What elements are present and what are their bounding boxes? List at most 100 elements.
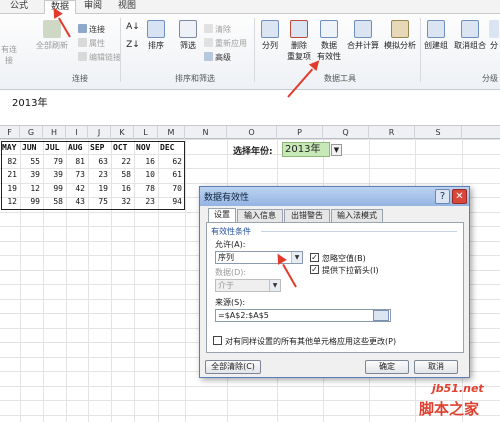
data-select[interactable]: 介于 ▼	[215, 279, 281, 292]
ungroup-icon	[461, 20, 479, 38]
connections-group-label: 连接	[72, 74, 88, 83]
tab-ime-mode[interactable]: 输入法模式	[331, 209, 383, 222]
tab-formulas[interactable]: 公式	[4, 0, 34, 14]
tab-settings[interactable]: 设置	[208, 208, 236, 222]
ignore-blank-checkbox[interactable]: ✓	[310, 253, 319, 262]
data-validation-dialog: 数据有效性 ? ✕ 设置 输入信息 出错警告 输入法模式 有效性条件 允许(A)…	[199, 186, 470, 378]
column-header-i[interactable]: I	[66, 126, 88, 139]
clear-icon	[204, 24, 213, 33]
column-header-f[interactable]: F	[0, 126, 20, 139]
column-header-n[interactable]: N	[185, 126, 227, 139]
apply-all-label: 对有同样设置的所有其他单元格应用这些更改(P)	[225, 337, 397, 346]
column-header-p[interactable]: P	[277, 126, 323, 139]
advanced-icon	[204, 52, 213, 61]
chevron-down-icon: ▼	[291, 252, 302, 263]
tab-review[interactable]: 审阅	[82, 0, 104, 14]
watermark-site: 脚本之家	[419, 400, 480, 418]
consolidate-button[interactable]: 合并计算	[346, 20, 380, 51]
apply-all-checkbox[interactable]	[213, 336, 222, 345]
remove-duplicates-button[interactable]: 删除 重复项	[286, 20, 312, 62]
remove-duplicates-icon	[290, 20, 308, 38]
ungroup-button[interactable]: 取消组合	[452, 20, 488, 51]
column-header-q[interactable]: Q	[323, 126, 369, 139]
advanced-filter-button[interactable]: 高级	[204, 52, 231, 63]
subtotal-button[interactable]: 分	[488, 20, 500, 51]
sort-az-button[interactable]: A↓ Z↓	[124, 22, 142, 50]
outline-group-label: 分级	[482, 74, 498, 83]
group-button[interactable]: 创建组	[422, 20, 450, 51]
dialog-title-bar[interactable]: 数据有效性 ? ✕	[200, 187, 469, 206]
chevron-down-icon: ▼	[269, 280, 280, 291]
column-header-k[interactable]: K	[111, 126, 134, 139]
column-header-r[interactable]: R	[369, 126, 415, 139]
ignore-blank-label: 忽略空值(B)	[322, 254, 366, 263]
column-headers: FGHIJKLMNOPQRS	[0, 126, 500, 139]
connections-icon	[78, 24, 87, 33]
sort-icon	[147, 20, 165, 38]
formula-bar-value: 2013年	[12, 98, 48, 109]
source-input[interactable]: =$A$2:$A$5	[215, 309, 391, 322]
criteria-title: 有效性条件	[211, 227, 251, 236]
ribbon-separator	[254, 18, 255, 82]
data-validation-icon	[320, 20, 338, 38]
settings-panel: 有效性条件 允许(A): 序列 ▼ ✓ 忽略空值(B) ✓ 提供下拉箭头(I) …	[206, 222, 464, 353]
watermark-url: jb51.net	[432, 382, 484, 395]
formula-bar[interactable]: 2013年	[0, 90, 500, 126]
what-if-analysis-button[interactable]: 模拟分析	[382, 20, 418, 51]
text-to-columns-icon	[261, 20, 279, 38]
edit-links-icon	[78, 52, 87, 61]
table-border	[1, 141, 185, 210]
column-header-g[interactable]: G	[20, 126, 43, 139]
grid-hline	[0, 139, 500, 140]
filter-button[interactable]: 筛选	[176, 20, 200, 51]
data-tools-group-label: 数据工具	[324, 74, 356, 83]
ribbon: 有连接 全部刷新 连接 属性 编辑链接 连接 A↓ Z↓ 排序 筛选 清除 重新…	[0, 14, 500, 90]
select-year-label: 选择年份:	[233, 147, 273, 157]
edit-links-button[interactable]: 编辑链接	[78, 52, 121, 63]
column-header-h[interactable]: H	[43, 126, 66, 139]
properties-icon	[78, 38, 87, 47]
grid-vline	[185, 139, 186, 422]
cancel-button[interactable]: 取消	[414, 360, 458, 374]
in-cell-dropdown-label: 提供下拉箭头(I)	[322, 266, 379, 275]
criteria-divider	[261, 231, 457, 232]
dialog-title: 数据有效性	[204, 193, 250, 203]
tab-view[interactable]: 视图	[112, 0, 142, 14]
column-header-j[interactable]: J	[88, 126, 111, 139]
sort-descending-icon: Z↓	[126, 40, 140, 50]
ribbon-separator	[420, 18, 421, 82]
column-header-s[interactable]: S	[415, 126, 462, 139]
filter-funnel-icon	[179, 20, 197, 38]
column-header-o[interactable]: O	[227, 126, 277, 139]
select-year-cell[interactable]: 2013年	[282, 142, 330, 157]
tab-input-message[interactable]: 输入信息	[237, 209, 283, 222]
tab-error-alert[interactable]: 出错警告	[284, 209, 330, 222]
existing-connections-button[interactable]: 有连接	[0, 44, 18, 66]
sort-filter-group-label: 排序和筛选	[175, 74, 215, 83]
group-icon	[427, 20, 445, 38]
data-validation-button[interactable]: 数据 有效性	[314, 20, 344, 62]
clear-all-button[interactable]: 全部清除(C)	[205, 360, 261, 374]
clear-filter-button[interactable]: 清除	[204, 24, 231, 35]
column-header-l[interactable]: L	[134, 126, 158, 139]
column-header-m[interactable]: M	[158, 126, 185, 139]
ribbon-tab-bar: 公式 数据 审阅 视图	[0, 0, 500, 15]
reapply-icon	[204, 38, 213, 47]
text-to-columns-button[interactable]: 分列	[258, 20, 282, 51]
consolidate-icon	[354, 20, 372, 38]
sort-button[interactable]: 排序	[144, 20, 168, 51]
in-cell-dropdown-checkbox[interactable]: ✓	[310, 265, 319, 274]
sort-ascending-icon: A↓	[126, 22, 140, 32]
subtotal-icon	[489, 20, 499, 38]
ok-button[interactable]: 确定	[365, 360, 409, 374]
properties-button[interactable]: 属性	[78, 38, 105, 49]
collapse-range-icon[interactable]	[373, 310, 389, 321]
reapply-button[interactable]: 重新应用	[204, 38, 247, 49]
year-dropdown-arrow-icon[interactable]: ▼	[331, 144, 342, 156]
connections-button[interactable]: 连接	[78, 24, 105, 35]
allow-select[interactable]: 序列 ▼	[215, 251, 303, 264]
close-icon[interactable]: ✕	[452, 189, 467, 204]
refresh-icon	[43, 20, 61, 38]
ribbon-separator	[120, 18, 121, 82]
help-icon[interactable]: ?	[435, 189, 450, 204]
